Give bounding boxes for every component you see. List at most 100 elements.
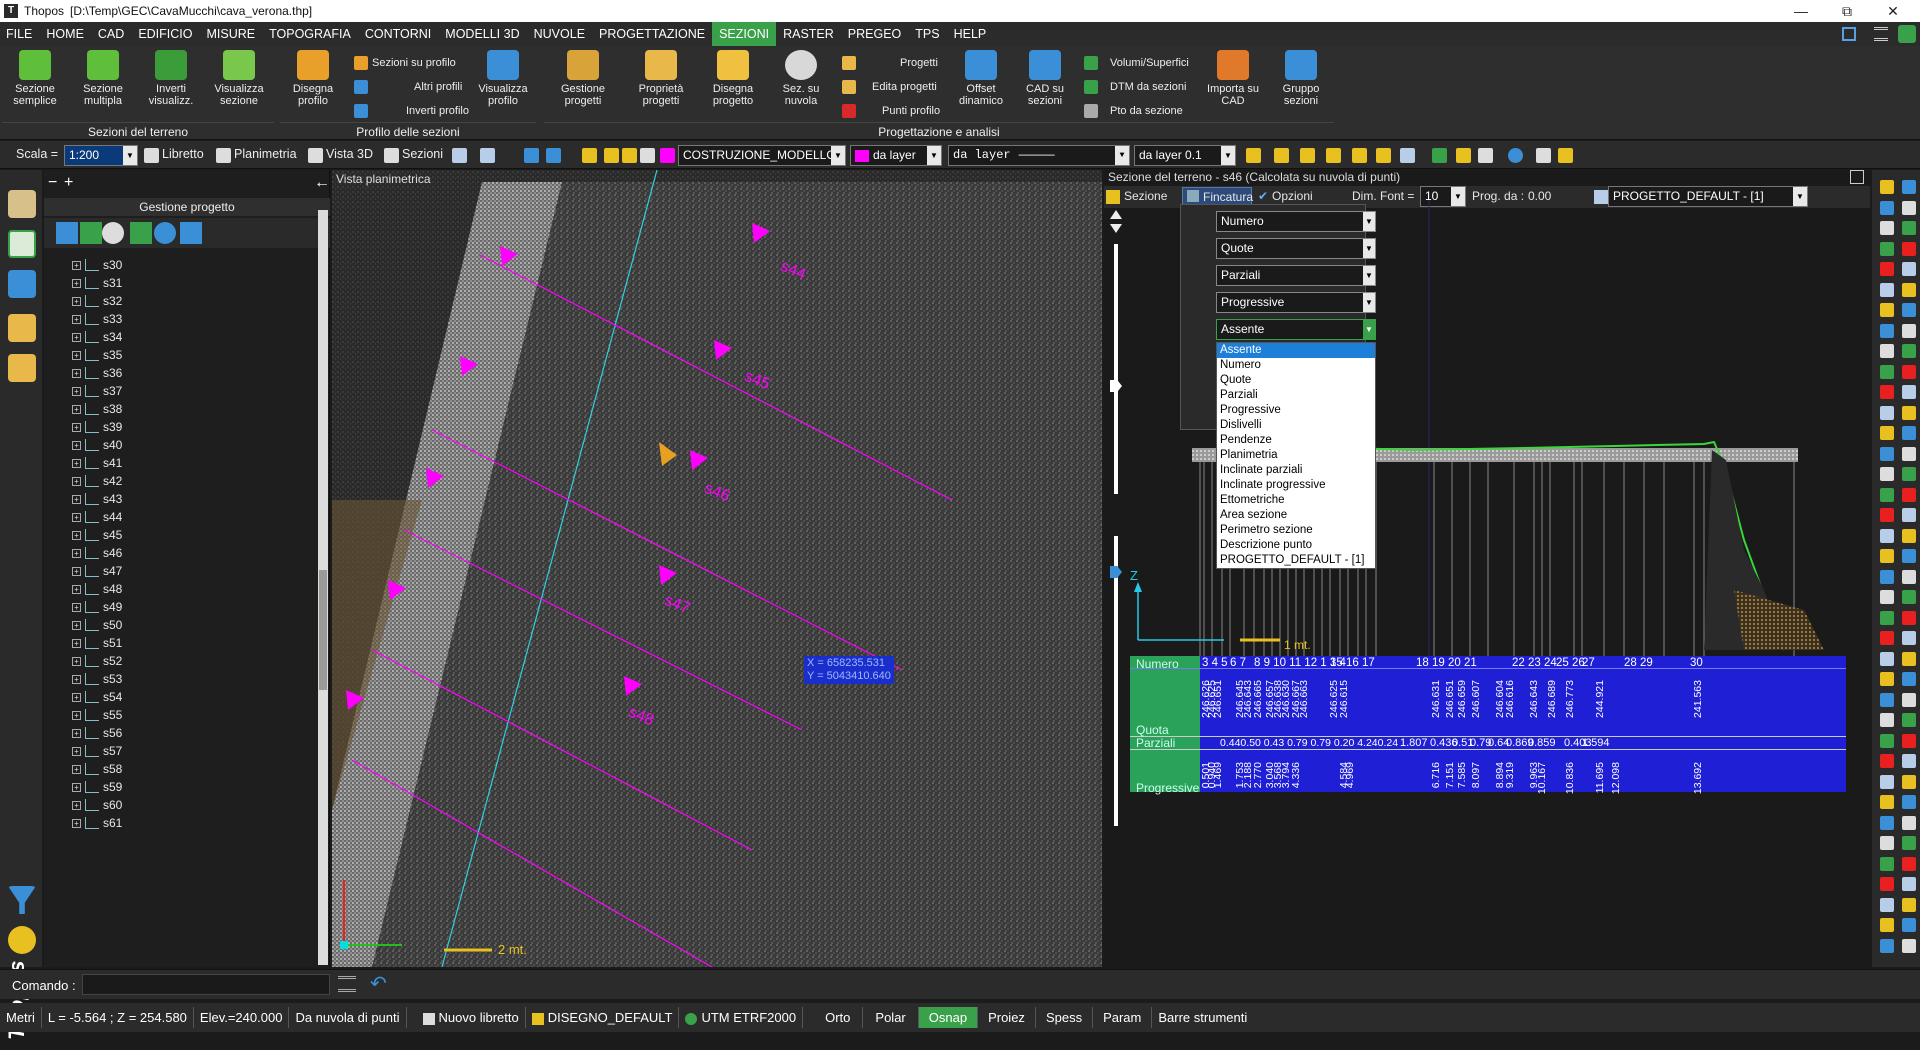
view-section-button[interactable]: Visualizza sezione (206, 46, 272, 107)
dropdown-option[interactable]: Pendenze (1217, 433, 1375, 448)
tool-icon[interactable] (1902, 672, 1916, 686)
expand-icon[interactable]: + (72, 314, 81, 324)
tool-icon[interactable] (1880, 918, 1894, 932)
print-icon[interactable] (640, 148, 655, 163)
refresh-icon[interactable] (154, 222, 176, 244)
tool-icon[interactable] (1902, 303, 1916, 317)
edit-projects-button[interactable]: Edita progetti (842, 78, 937, 96)
expand-icon[interactable]: + (72, 422, 81, 432)
expand-icon[interactable]: + (72, 746, 81, 756)
tool-icon[interactable] (1902, 200, 1916, 215)
tree-item[interactable]: + s42 (72, 472, 122, 490)
tree-item[interactable]: + s58 (72, 760, 122, 778)
tool-icon[interactable] (1902, 344, 1916, 358)
tree-item[interactable]: + s36 (72, 364, 122, 382)
dropdown-option[interactable]: Perimetro sezione (1217, 523, 1375, 538)
menu-sezioni[interactable]: SEZIONI (712, 22, 777, 46)
tool-icon[interactable] (1902, 549, 1916, 563)
expand-icon[interactable]: + (72, 764, 81, 774)
other-profiles-button[interactable]: Altri profili (354, 78, 462, 96)
expand-icon[interactable]: + (72, 548, 81, 558)
gear-icon[interactable] (8, 926, 36, 954)
tool-icon[interactable] (1902, 282, 1916, 297)
tree-item[interactable]: + s40 (72, 436, 122, 454)
menu-pregeo[interactable]: PREGEO (841, 22, 909, 46)
layers-stack-icon[interactable] (8, 270, 36, 298)
status-drawing[interactable]: DISEGNO_DEFAULT (526, 1007, 680, 1028)
dim-icon-2[interactable] (1274, 148, 1289, 163)
color-select[interactable]: da layer ▼ (850, 145, 942, 166)
tool-icon[interactable] (1902, 795, 1916, 809)
dynamic-offset-button[interactable]: Offset dinamico (948, 46, 1014, 107)
tree-scroll-thumb[interactable] (319, 570, 327, 690)
tool-icon[interactable] (1902, 426, 1916, 440)
tree-item[interactable]: + s35 (72, 346, 122, 364)
tool-icon[interactable] (1880, 262, 1894, 276)
expand-icon[interactable]: + (72, 800, 81, 810)
tool-icon[interactable] (1902, 487, 1916, 502)
tool-icon[interactable] (1902, 467, 1916, 481)
pick-icon[interactable] (56, 222, 78, 244)
save-icon[interactable] (1478, 148, 1493, 163)
expand-icon[interactable]: + (72, 260, 81, 270)
menu-progettazione[interactable]: PROGETTAZIONE (592, 22, 712, 46)
table-icon[interactable] (1400, 148, 1415, 163)
expand-icon[interactable]: + (72, 530, 81, 540)
expand-icon[interactable]: + (72, 638, 81, 648)
expand-icon[interactable] (1842, 27, 1856, 41)
tool-icon[interactable] (1902, 241, 1916, 256)
menu-file[interactable]: FILE (0, 22, 39, 46)
tool-icon[interactable] (1902, 262, 1916, 276)
tool-icon[interactable] (1880, 221, 1894, 235)
tree-item[interactable]: + s50 (72, 616, 122, 634)
tool-icon[interactable] (1902, 385, 1916, 399)
expand-icon[interactable]: + (72, 278, 81, 288)
dropdown-option[interactable]: Quote (1217, 373, 1375, 388)
fincatura-dropdown-list[interactable]: Assente Numero Quote Parziali Progressive Dis… (1216, 342, 1376, 569)
tool-icon[interactable] (1880, 815, 1894, 830)
planimetria-tab[interactable]: Planimetria (234, 147, 297, 161)
zoom-icon[interactable] (102, 222, 124, 244)
tool-icon[interactable] (1880, 938, 1894, 953)
tree-item[interactable]: + s61 (72, 814, 122, 832)
menu-nuvole[interactable]: NUVOLE (527, 22, 592, 46)
network-icon[interactable] (180, 222, 202, 244)
section-simple-button[interactable]: Sezione semplice (2, 46, 68, 107)
tool-icon[interactable] (1902, 733, 1916, 748)
tool-icon[interactable] (1880, 590, 1894, 604)
tree-item[interactable]: + s57 (72, 742, 122, 760)
cad-sections-button[interactable]: CAD su sezioni (1012, 46, 1078, 107)
tool-icon[interactable] (1902, 938, 1916, 953)
menu-help[interactable]: HELP (947, 22, 994, 46)
menu-tps[interactable]: TPS (908, 22, 946, 46)
tool-icon[interactable] (1902, 508, 1916, 522)
layers-icon[interactable] (524, 148, 539, 163)
tool-icon[interactable] (1880, 856, 1894, 871)
settings-icon[interactable] (1898, 25, 1916, 43)
notebook-icon[interactable] (8, 190, 36, 218)
close-button[interactable]: ✕ (1870, 0, 1916, 22)
dim-icon-1[interactable] (1246, 148, 1261, 163)
tool-icon[interactable] (1902, 569, 1916, 584)
menu-list-icon[interactable] (1874, 27, 1888, 41)
handshake-icon[interactable] (8, 354, 36, 382)
draw-project-button[interactable]: Disegna progetto (700, 46, 766, 107)
tree-item[interactable]: + s39 (72, 418, 122, 436)
status-orto[interactable]: Orto (813, 1007, 864, 1028)
lock-icon[interactable] (622, 148, 637, 163)
collapse-icon[interactable]: − (48, 174, 57, 192)
tree-item[interactable]: + s49 (72, 598, 122, 616)
expand-icon[interactable]: + (72, 566, 81, 576)
tool-icon[interactable] (1902, 897, 1916, 912)
expand-icon[interactable]: + (72, 710, 81, 720)
select-arrow-icon[interactable] (80, 222, 102, 244)
option-combo-4[interactable]: Progressive ▼ (1216, 292, 1376, 313)
tree-item[interactable]: + s55 (72, 706, 122, 724)
tree-item[interactable]: + s38 (72, 400, 122, 418)
tree-item[interactable]: + s30 (72, 256, 122, 274)
tree-item[interactable]: + s41 (72, 454, 122, 472)
expand-icon[interactable]: + (72, 602, 81, 612)
scale-select[interactable]: 1:200 ▼ (64, 145, 138, 166)
tool-icon[interactable] (1902, 446, 1916, 461)
expand-icon[interactable]: + (72, 818, 81, 828)
